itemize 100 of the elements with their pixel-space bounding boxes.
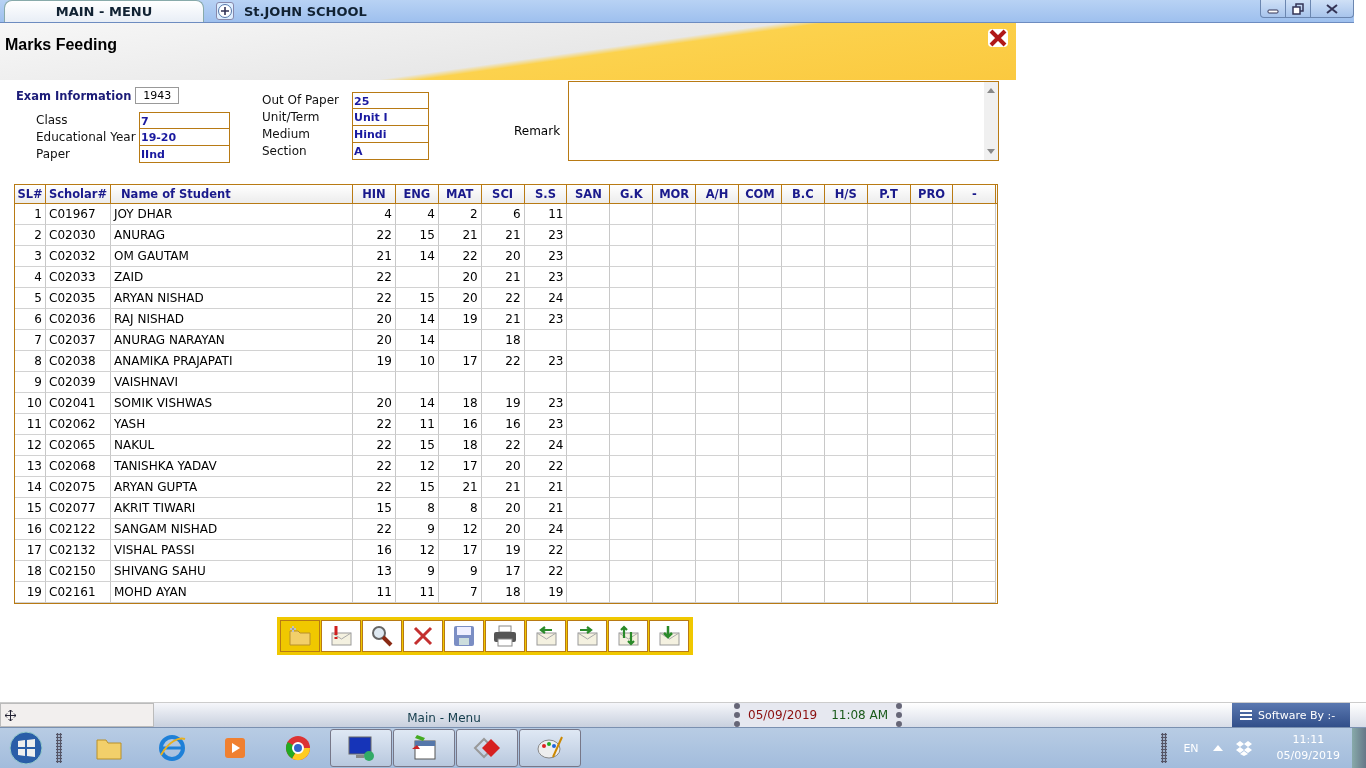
table-cell[interactable]: 12	[395, 540, 439, 561]
table-cell[interactable]	[567, 540, 611, 561]
table-cell[interactable]	[739, 204, 782, 225]
table-cell[interactable]: 24	[524, 288, 568, 309]
table-cell[interactable]	[610, 309, 654, 330]
table-cell[interactable]	[867, 477, 911, 498]
table-cell[interactable]	[696, 456, 739, 477]
table-cell[interactable]	[824, 351, 868, 372]
table-cell[interactable]: 16	[481, 414, 525, 435]
show-desktop-button[interactable]	[1352, 728, 1366, 768]
table-cell[interactable]: 19	[438, 309, 482, 330]
table-cell[interactable]	[739, 519, 782, 540]
scroll-up-icon[interactable]	[987, 87, 996, 93]
table-cell[interactable]: 2	[438, 204, 482, 225]
table-cell[interactable]	[653, 477, 697, 498]
table-cell[interactable]	[610, 393, 654, 414]
table-cell[interactable]	[910, 498, 954, 519]
table-cell[interactable]: 20	[481, 519, 525, 540]
exam-number-field[interactable]: 1943	[135, 87, 180, 104]
table-cell[interactable]	[567, 456, 611, 477]
table-cell[interactable]	[867, 456, 911, 477]
table-cell[interactable]	[438, 330, 482, 351]
table-cell[interactable]	[395, 372, 439, 393]
dropbox-icon[interactable]	[1234, 740, 1253, 756]
table-cell[interactable]	[781, 582, 825, 603]
table-cell[interactable]: 22	[353, 519, 396, 540]
table-cell[interactable]: 9	[395, 519, 439, 540]
table-cell[interactable]: 23	[524, 246, 568, 267]
table-cell[interactable]	[953, 225, 997, 246]
table-cell[interactable]	[867, 393, 911, 414]
table-cell[interactable]	[653, 582, 697, 603]
table-cell[interactable]	[781, 414, 825, 435]
table-cell[interactable]	[781, 288, 825, 309]
table-cell[interactable]	[696, 330, 739, 351]
table-cell[interactable]: 18	[438, 393, 482, 414]
table-cell[interactable]: 8	[438, 498, 482, 519]
table-cell[interactable]	[739, 414, 782, 435]
table-cell[interactable]	[781, 351, 825, 372]
table-cell[interactable]	[910, 309, 954, 330]
field-value[interactable]: Hindi	[352, 126, 429, 143]
table-cell[interactable]	[953, 414, 997, 435]
table-cell[interactable]: 20	[481, 498, 525, 519]
table-cell[interactable]	[610, 414, 654, 435]
table-cell[interactable]	[910, 414, 954, 435]
table-cell[interactable]	[781, 372, 825, 393]
table-cell[interactable]	[739, 540, 782, 561]
table-cell[interactable]: 22	[481, 435, 525, 456]
table-cell[interactable]	[739, 351, 782, 372]
table-cell[interactable]	[653, 330, 697, 351]
table-cell[interactable]	[824, 204, 868, 225]
table-cell[interactable]	[696, 309, 739, 330]
table-cell[interactable]	[824, 414, 868, 435]
table-cell[interactable]	[824, 246, 868, 267]
table-cell[interactable]: 22	[353, 477, 396, 498]
table-cell[interactable]: 24	[524, 519, 568, 540]
table-cell[interactable]	[567, 309, 611, 330]
table-cell[interactable]: 14	[395, 309, 439, 330]
table-cell[interactable]	[653, 519, 697, 540]
table-cell[interactable]	[739, 330, 782, 351]
toolbar-button[interactable]	[444, 620, 484, 652]
table-cell[interactable]	[696, 351, 739, 372]
table-cell[interactable]	[953, 519, 997, 540]
table-cell[interactable]	[824, 372, 868, 393]
table-cell[interactable]: 12	[438, 519, 482, 540]
table-cell[interactable]: 6	[481, 204, 525, 225]
table-cell[interactable]	[781, 498, 825, 519]
table-cell[interactable]	[910, 351, 954, 372]
table-cell[interactable]	[481, 372, 525, 393]
table-cell[interactable]: 14	[395, 330, 439, 351]
table-cell[interactable]	[696, 288, 739, 309]
table-cell[interactable]	[567, 393, 611, 414]
table-cell[interactable]: 21	[481, 477, 525, 498]
table-cell[interactable]: 19	[481, 540, 525, 561]
table-cell[interactable]	[824, 582, 868, 603]
table-cell[interactable]	[567, 372, 611, 393]
table-cell[interactable]	[524, 372, 568, 393]
table-cell[interactable]: 14	[395, 246, 439, 267]
table-cell[interactable]	[910, 246, 954, 267]
table-cell[interactable]	[910, 561, 954, 582]
table-cell[interactable]	[824, 288, 868, 309]
table-cell[interactable]	[867, 309, 911, 330]
table-cell[interactable]: 15	[395, 477, 439, 498]
table-cell[interactable]	[910, 582, 954, 603]
table-cell[interactable]	[824, 435, 868, 456]
table-cell[interactable]: 15	[395, 288, 439, 309]
table-cell[interactable]	[696, 582, 739, 603]
table-cell[interactable]	[610, 519, 654, 540]
table-cell[interactable]: 17	[438, 456, 482, 477]
field-value[interactable]: IInd	[139, 146, 230, 163]
table-cell[interactable]	[739, 267, 782, 288]
table-cell[interactable]	[696, 225, 739, 246]
tab[interactable]: MAIN - MENU	[4, 0, 204, 22]
table-cell[interactable]: 21	[438, 225, 482, 246]
table-cell[interactable]: 23	[524, 414, 568, 435]
table-cell[interactable]	[867, 582, 911, 603]
table-cell[interactable]	[610, 582, 654, 603]
table-cell[interactable]: 11	[395, 582, 439, 603]
table-cell[interactable]	[824, 330, 868, 351]
table-cell[interactable]: 22	[353, 225, 396, 246]
table-cell[interactable]	[953, 351, 997, 372]
